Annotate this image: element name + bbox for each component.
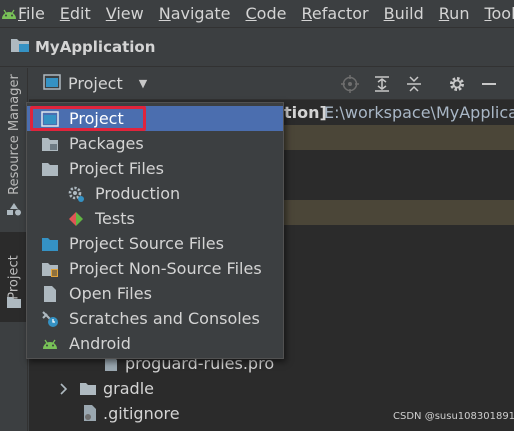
- tree-item-label: gradle: [103, 379, 154, 398]
- packages-folder-icon: [41, 135, 59, 153]
- gitignore-file-icon: [83, 404, 99, 426]
- popup-item-label: Project Source Files: [69, 234, 224, 253]
- project-folder-icon: [10, 37, 30, 57]
- scratch-clock-icon: [41, 310, 59, 328]
- popup-item-project-files[interactable]: Project Files: [27, 156, 283, 181]
- left-tool-strip: Resource Manager Project: [0, 68, 28, 431]
- diamond-icon: [67, 210, 85, 228]
- expand-all-icon[interactable]: [373, 75, 391, 97]
- popup-item-project-source-files[interactable]: Project Source Files: [27, 231, 283, 256]
- project-panel-header: Project ▼: [29, 68, 514, 100]
- gear-icon: [67, 185, 85, 203]
- android-studio-icon: [0, 0, 18, 27]
- menu-edit[interactable]: Edit: [60, 4, 91, 23]
- popup-item-label: Android: [69, 334, 131, 353]
- chevron-down-icon[interactable]: ▼: [139, 77, 147, 90]
- popup-item-scratches-and-consoles[interactable]: Scratches and Consoles: [27, 306, 283, 331]
- menu-code[interactable]: Code: [246, 4, 287, 23]
- popup-item-tests[interactable]: Tests: [27, 206, 283, 231]
- menu-run[interactable]: Run: [439, 4, 470, 23]
- locate-icon[interactable]: [341, 75, 359, 97]
- project-tab-folder-icon: [6, 294, 22, 313]
- menu-navigate[interactable]: Navigate: [159, 4, 231, 23]
- menu-build[interactable]: Build: [384, 4, 424, 23]
- collapse-all-icon[interactable]: [405, 75, 423, 97]
- navigation-bar: MyApplication: [0, 27, 514, 67]
- tab-resource-manager[interactable]: Resource Manager: [0, 70, 28, 198]
- folder-file-icon: [41, 260, 59, 278]
- popup-item-open-files[interactable]: Open Files: [27, 281, 283, 306]
- hide-panel-icon[interactable]: [480, 75, 498, 97]
- project-title[interactable]: MyApplication: [35, 38, 155, 56]
- tree-root-suffix: tion]: [284, 103, 327, 122]
- popup-item-android[interactable]: Android: [27, 331, 283, 356]
- menu-view[interactable]: View: [106, 4, 144, 23]
- view-selector-label[interactable]: Project: [68, 74, 123, 93]
- folder-icon: [79, 381, 97, 400]
- tree-root-path: E:\workspace\MyApplica: [324, 103, 514, 122]
- menu-file[interactable]: File: [18, 4, 45, 23]
- popup-item-label: Project Non-Source Files: [69, 259, 262, 278]
- tree-item-gradle[interactable]: gradle: [29, 376, 514, 401]
- popup-item-label: Production: [95, 184, 181, 203]
- resource-manager-icon: [6, 201, 22, 220]
- popup-item-label: Project Files: [69, 159, 164, 178]
- menu-tools[interactable]: Tool: [484, 4, 514, 23]
- popup-item-label: Tests: [95, 209, 135, 228]
- view-selector-popup: Project Packages Project Files Productio…: [26, 102, 284, 359]
- popup-item-packages[interactable]: Packages: [27, 131, 283, 156]
- tree-item-label: .gitignore: [103, 404, 180, 423]
- menu-bar: File Edit View Navigate Code Refactor Bu…: [0, 0, 514, 27]
- gear-icon[interactable]: [448, 75, 466, 97]
- popup-item-label: Open Files: [69, 284, 152, 303]
- folder-icon: [41, 160, 59, 178]
- popup-item-project[interactable]: Project: [27, 106, 283, 131]
- project-view-icon: [43, 73, 61, 94]
- popup-item-production[interactable]: Production: [27, 181, 283, 206]
- highlight-box: [30, 106, 146, 131]
- popup-item-label: Packages: [69, 134, 144, 153]
- chevron-right-icon[interactable]: [59, 381, 69, 400]
- blue-folder-icon: [41, 235, 59, 253]
- tab-resource-manager-label: Resource Manager: [6, 73, 22, 195]
- menu-refactor[interactable]: Refactor: [301, 4, 368, 23]
- popup-item-project-non-source-files[interactable]: Project Non-Source Files: [27, 256, 283, 281]
- file-icon: [41, 285, 59, 303]
- popup-item-label: Scratches and Consoles: [69, 309, 260, 328]
- watermark: CSDN @susu1083018911: [393, 411, 514, 422]
- tab-project-label: Project: [6, 254, 22, 300]
- android-icon: [41, 335, 59, 353]
